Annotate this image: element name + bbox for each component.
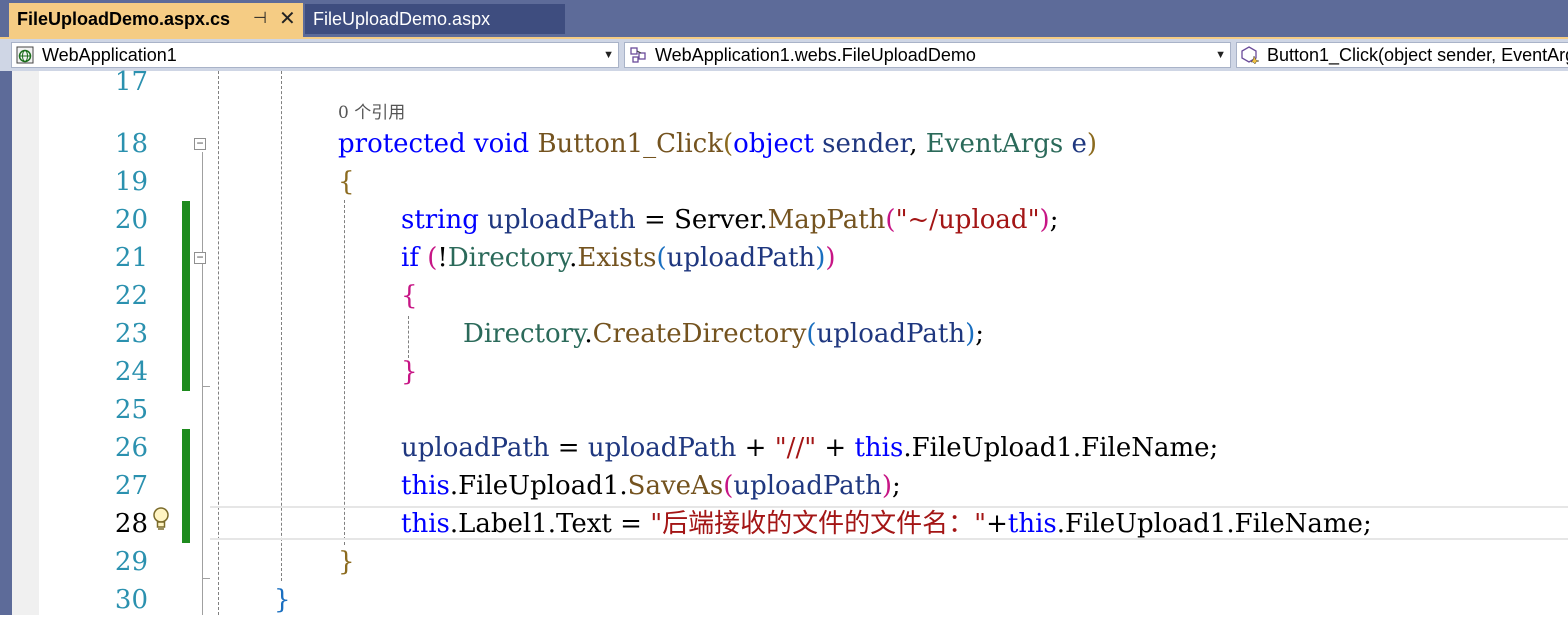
code-token: Server [674,205,760,235]
dropdown-arrow-icon: ▼ [603,49,614,61]
method-icon [1241,46,1259,64]
code-token: Text [556,509,612,539]
code-token: Exists [577,243,657,273]
code-line-24: } [401,357,418,387]
line-number: 17 [114,67,148,97]
editor-left-rail [0,71,12,615]
code-token: object [733,129,814,159]
lightbulb-icon[interactable] [150,506,172,532]
outline-end-mark [202,578,210,579]
code-token: "~/upload" [895,205,1040,235]
line-number: 30 [114,585,148,615]
line-number: 22 [114,281,148,311]
code-token: if [401,243,419,273]
collapse-toggle-if[interactable]: − [194,251,206,264]
class-dropdown[interactable]: WebApplication1.webs.FileUploadDemo ▼ [624,42,1231,68]
tab-label: FileUploadDemo.aspx [313,9,491,29]
code-token: FileName [1081,433,1210,463]
class-dropdown-value: WebApplication1.webs.FileUploadDemo [655,45,976,65]
code-token: "后端接收的文件的文件名：" [650,509,987,539]
outline-line [202,152,203,615]
code-line-30: } [274,585,291,615]
line-number: 20 [114,205,148,235]
code-token: e [1071,129,1087,159]
code-line-21: if (!Directory.Exists(uploadPath)) [401,243,836,273]
line-number: 21 [114,243,148,273]
code-token: uploadPath [816,319,966,349]
change-indicator-bar [182,201,190,391]
code-token: SaveAs [627,471,724,501]
tab-fileuploaddemo-aspx[interactable]: FileUploadDemo.aspx [305,4,565,34]
line-number-current: 28 [114,509,148,539]
code-token: EventArgs [925,129,1064,159]
line-number: 25 [114,395,148,425]
project-dropdown-value: WebApplication1 [42,45,177,65]
code-token: Directory [463,319,585,349]
code-line-20: string uploadPath = Server.MapPath("~/up… [401,205,1059,235]
code-token: this [401,509,450,539]
line-number: 27 [114,471,148,501]
code-token: uploadPath [733,471,882,501]
indent-guide [281,71,282,581]
tab-fileuploaddemo-aspx-cs[interactable]: FileUploadDemo.aspx.cs ⊣ ✕ [9,3,303,37]
code-token: void [473,129,530,159]
code-line-18: protected void Button1_Click(object send… [338,129,1098,159]
code-token: FileUpload1 [1065,509,1227,539]
code-token: uploadPath [666,243,816,273]
code-line-29: } [338,547,355,577]
code-token: FileName [1234,509,1363,539]
change-indicator-bar [182,429,190,543]
line-number: 19 [114,167,148,197]
indent-guide [344,200,345,545]
code-token: protected [338,129,466,159]
code-token: this [401,471,450,501]
line-number: 23 [114,319,148,349]
close-icon[interactable]: ✕ [279,3,296,35]
line-number: 24 [114,357,148,387]
class-icon [630,47,646,63]
code-line-28: this.Label1.Text = "后端接收的文件的文件名："+this.F… [401,509,1372,539]
code-token: uploadPath [587,433,737,463]
line-number: 29 [114,547,148,577]
code-line-22: { [401,281,418,311]
document-tab-strip: FileUploadDemo.aspx.cs ⊣ ✕ FileUploadDem… [0,0,1568,37]
outline-end-mark [202,386,210,387]
code-line-19: { [338,167,355,197]
tab-label: FileUploadDemo.aspx.cs [17,9,231,29]
dropdown-arrow-icon: ▼ [1215,49,1226,61]
code-line-26: uploadPath = uploadPath + "//" + this.Fi… [401,433,1219,463]
pin-icon[interactable]: ⊣ [253,3,267,35]
code-token: CreateDirectory [592,319,807,349]
collapse-toggle-method[interactable]: − [194,137,206,150]
code-token: this [854,433,904,463]
code-token: sender [822,129,910,159]
code-token: FileUpload1 [911,433,1073,463]
code-token: string [401,205,479,235]
editor-indicator-margin [12,71,39,615]
indent-guide [408,316,409,358]
code-token: Label1 [458,509,548,539]
codelens-references[interactable]: 0 个引用 [338,98,405,123]
code-token: MapPath [767,205,886,235]
code-line-23: Directory.CreateDirectory(uploadPath); [463,319,984,349]
line-number: 26 [114,433,148,463]
navigation-bar: WebApplication1 ▼ WebApplication1.webs.F… [0,39,1568,71]
member-dropdown-value: Button1_Click(object sender, EventArgs e… [1267,45,1568,65]
code-token: uploadPath [401,433,550,463]
code-token: "//" [774,433,817,463]
line-number: 18 [114,129,148,159]
web-project-icon [16,46,34,64]
code-token: uploadPath [487,205,636,235]
code-token: this [1007,509,1057,539]
code-token: Directory [447,243,570,273]
code-token: Button1_Click [537,129,723,159]
code-token: FileUpload1 [458,471,620,501]
member-dropdown[interactable]: Button1_Click(object sender, EventArgs e… [1236,42,1568,68]
code-line-27: this.FileUpload1.SaveAs(uploadPath); [401,471,901,501]
